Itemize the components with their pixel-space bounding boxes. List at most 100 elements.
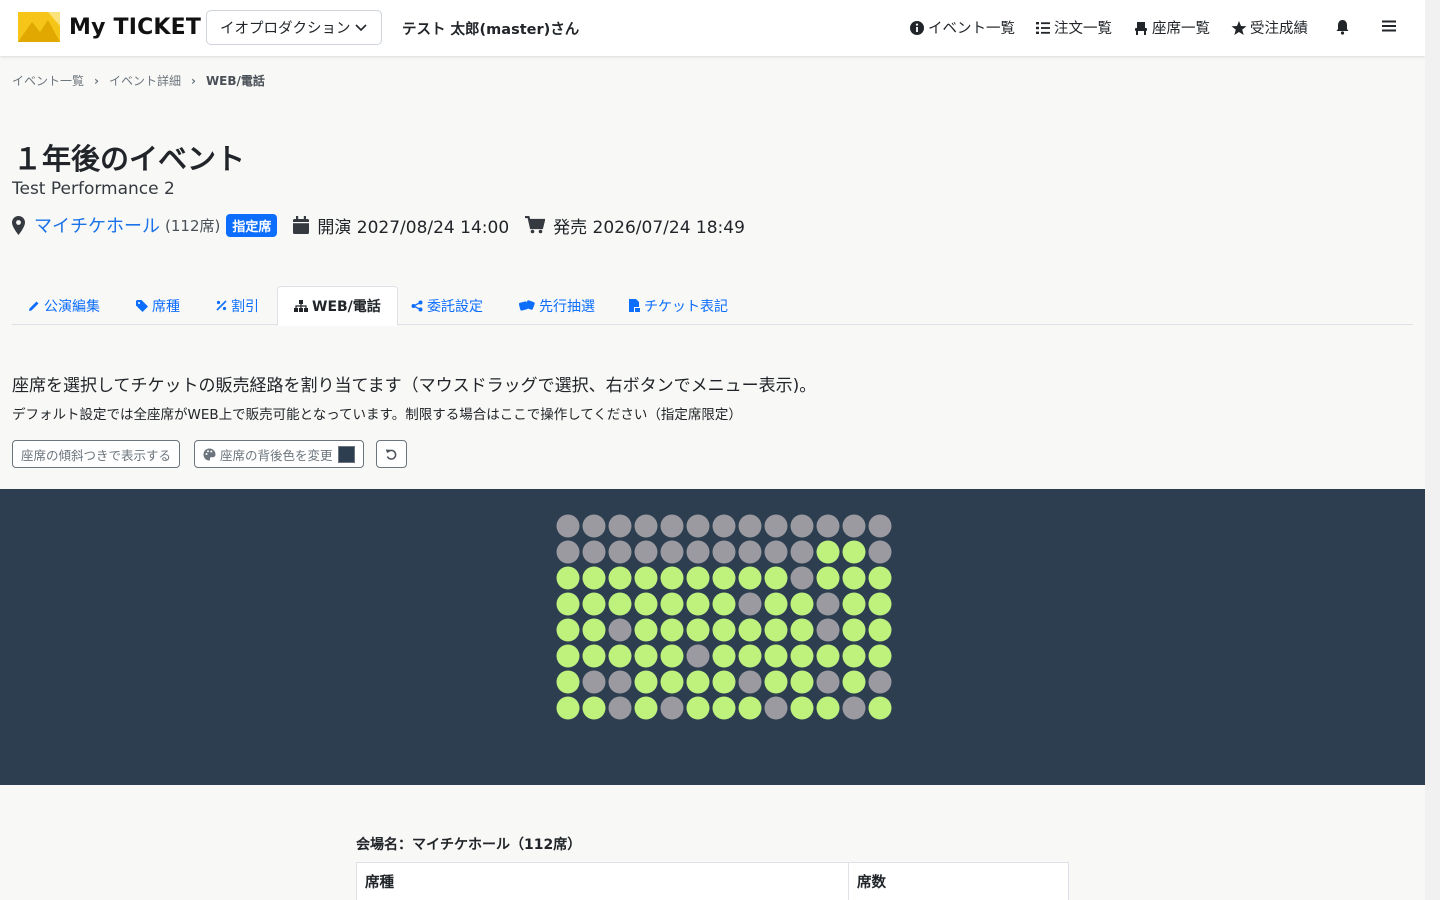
seat[interactable] (842, 592, 866, 616)
seat[interactable] (738, 618, 762, 642)
seat[interactable] (634, 618, 658, 642)
seat[interactable] (816, 670, 840, 694)
seat[interactable] (738, 670, 762, 694)
seat[interactable] (582, 618, 606, 642)
seat[interactable] (608, 566, 632, 590)
seat[interactable] (790, 566, 814, 590)
seat[interactable] (842, 618, 866, 642)
seat[interactable] (556, 540, 580, 564)
seat[interactable] (660, 696, 684, 720)
tab-performance-edit[interactable]: 公演編集 (12, 286, 116, 325)
seat[interactable] (738, 644, 762, 668)
seat[interactable] (738, 592, 762, 616)
seat[interactable] (842, 540, 866, 564)
seat[interactable] (764, 592, 788, 616)
seat[interactable] (738, 540, 762, 564)
tab-web-phone[interactable]: WEB/電話 (277, 286, 398, 326)
seat[interactable] (686, 540, 710, 564)
seat[interactable] (556, 514, 580, 538)
bell-icon[interactable] (1335, 19, 1350, 35)
seat[interactable] (660, 540, 684, 564)
seat[interactable] (582, 592, 606, 616)
seat[interactable] (842, 696, 866, 720)
seat[interactable] (660, 592, 684, 616)
seat[interactable] (712, 566, 736, 590)
seat[interactable] (790, 592, 814, 616)
seat[interactable] (686, 566, 710, 590)
seat[interactable] (816, 592, 840, 616)
organization-select[interactable]: イオプロダクション (206, 10, 382, 45)
seat[interactable] (712, 540, 736, 564)
breadcrumb-event-detail[interactable]: イベント詳細 (109, 72, 181, 89)
seat[interactable] (790, 540, 814, 564)
seat[interactable] (816, 514, 840, 538)
seat[interactable] (842, 670, 866, 694)
seat[interactable] (686, 644, 710, 668)
seat[interactable] (608, 618, 632, 642)
seat[interactable] (842, 566, 866, 590)
breadcrumb-event-list[interactable]: イベント一覧 (12, 72, 84, 89)
seat[interactable] (816, 696, 840, 720)
seat[interactable] (790, 618, 814, 642)
seat[interactable] (660, 514, 684, 538)
seat[interactable] (608, 696, 632, 720)
seat[interactable] (868, 670, 892, 694)
seat[interactable] (634, 670, 658, 694)
seat[interactable] (790, 514, 814, 538)
seat[interactable] (686, 514, 710, 538)
reset-button[interactable] (376, 440, 407, 468)
seat[interactable] (868, 618, 892, 642)
tilt-view-button[interactable]: 座席の傾斜つきで表示する (12, 440, 181, 468)
seat[interactable] (712, 592, 736, 616)
seat[interactable] (608, 540, 632, 564)
nav-sales-results[interactable]: 受注成績 (1231, 17, 1308, 38)
seat[interactable] (608, 592, 632, 616)
tab-consignment[interactable]: 委託設定 (395, 286, 499, 325)
seat[interactable] (712, 644, 736, 668)
seat[interactable] (738, 696, 762, 720)
seat[interactable] (556, 566, 580, 590)
seat[interactable] (556, 696, 580, 720)
tab-pre-lottery[interactable]: 先行抽選 (503, 286, 611, 325)
seat[interactable] (764, 618, 788, 642)
seat[interactable] (660, 670, 684, 694)
background-color-button[interactable]: 座席の背後色を変更 (194, 440, 364, 468)
seat[interactable] (660, 566, 684, 590)
seat[interactable] (712, 514, 736, 538)
seat[interactable] (790, 670, 814, 694)
seat[interactable] (764, 644, 788, 668)
nav-event-list[interactable]: イベント一覧 (909, 17, 1015, 38)
seat[interactable] (764, 540, 788, 564)
seat[interactable] (686, 696, 710, 720)
seat[interactable] (816, 540, 840, 564)
seat[interactable] (764, 514, 788, 538)
seat[interactable] (868, 540, 892, 564)
seat[interactable] (634, 514, 658, 538)
seat[interactable] (712, 696, 736, 720)
seat[interactable] (764, 670, 788, 694)
seat[interactable] (634, 540, 658, 564)
seat[interactable] (712, 670, 736, 694)
seat[interactable] (868, 514, 892, 538)
page-scrollbar[interactable] (1425, 0, 1440, 900)
seat[interactable] (842, 644, 866, 668)
seat[interactable] (790, 644, 814, 668)
seat[interactable] (660, 618, 684, 642)
seat[interactable] (686, 618, 710, 642)
seat[interactable] (634, 696, 658, 720)
venue-link[interactable]: マイチケホール (34, 212, 160, 238)
app-logo[interactable]: My TICKET (18, 12, 201, 42)
seat[interactable] (608, 670, 632, 694)
seat[interactable] (556, 592, 580, 616)
seat[interactable] (660, 644, 684, 668)
seat[interactable] (816, 618, 840, 642)
seat[interactable] (686, 670, 710, 694)
seat[interactable] (582, 566, 606, 590)
tab-ticket-notation[interactable]: チケット表記 (613, 286, 744, 325)
seat[interactable] (634, 592, 658, 616)
seat[interactable] (868, 566, 892, 590)
seat-map-canvas[interactable] (0, 489, 1425, 785)
seat[interactable] (712, 618, 736, 642)
seat[interactable] (608, 644, 632, 668)
seat[interactable] (738, 566, 762, 590)
